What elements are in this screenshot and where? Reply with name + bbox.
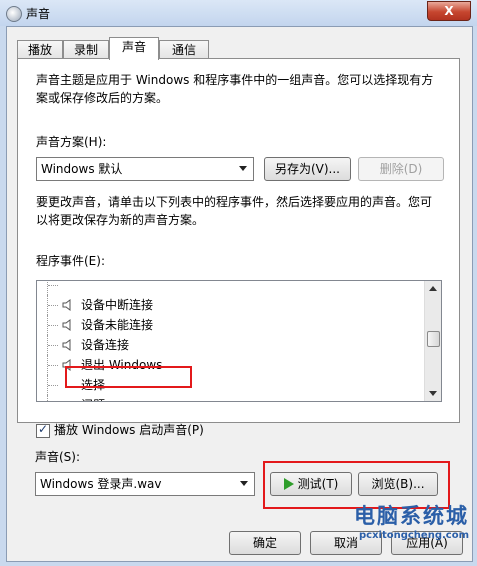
tab-playback[interactable]: 播放 [17, 40, 63, 59]
scroll-down-icon[interactable] [429, 391, 437, 396]
sound-label: 声音(S): [35, 450, 81, 464]
sounds-panel: 声音主题是应用于 Windows 和程序事件中的一组声音。您可以选择现有方 案或… [17, 58, 460, 438]
list-scrollbar[interactable] [424, 281, 441, 401]
list-item-label: 设备未能连接 [81, 318, 154, 332]
list-item-label: 设备连接 [81, 338, 130, 352]
instructions-line-1: 要更改声音，请单击以下列表中的程序事件，然后选择要应用的声音。您可 [36, 195, 433, 209]
list-item-label: 问题 [81, 396, 105, 401]
tree-connector [47, 395, 58, 401]
scheme-label: 声音方案(H): [36, 135, 107, 149]
close-button[interactable]: X [427, 1, 471, 21]
list-item[interactable]: 设备中断连接 [37, 295, 423, 315]
sound-scheme-value: Windows 默认 [41, 162, 123, 176]
sound-file-value: Windows 登录声.wav [40, 477, 162, 491]
tree-connector [47, 375, 58, 395]
highlight-box-event [65, 366, 192, 388]
ok-button[interactable]: 确定 [229, 531, 301, 555]
sound-scheme-select[interactable]: Windows 默认 [36, 157, 254, 181]
scroll-thumb[interactable] [427, 331, 440, 347]
tree-connector [47, 295, 58, 315]
description-line-2: 案或保存修改后的方案。 [36, 91, 169, 105]
watermark-url: pcxitongcheng.com [358, 530, 469, 541]
speaker-icon [62, 339, 71, 351]
tree-connector [47, 335, 58, 355]
watermark-title: 电脑系统城 [354, 504, 469, 528]
speaker-icon [62, 299, 71, 311]
chevron-down-icon [239, 166, 247, 171]
sound-file-select[interactable]: Windows 登录声.wav [35, 472, 255, 496]
save-as-button[interactable]: 另存为(V)... [264, 157, 351, 181]
instructions-line-2: 以将更改保存为新的声音方案。 [36, 213, 205, 227]
tab-communications[interactable]: 通信 [159, 40, 209, 59]
title-bar: 声音 X [0, 0, 477, 26]
tree-connector [47, 315, 58, 335]
site-watermark: 电脑系统城 pcxitongcheng.com [354, 500, 469, 541]
window-title: 声音 [26, 7, 51, 21]
list-item[interactable] [37, 281, 423, 295]
sound-dialog: 播放 录制 声音 通信 声音主题是应用于 Windows 和程序事件中的一组声音… [6, 26, 473, 562]
delete-button[interactable]: 删除(D) [358, 157, 444, 181]
chevron-down-icon [240, 481, 248, 486]
description-line-1: 声音主题是应用于 Windows 和程序事件中的一组声音。您可以选择现有方 [36, 73, 434, 87]
tree-connector [47, 355, 58, 375]
list-item[interactable]: 设备连接 [37, 335, 423, 355]
startup-sound-checkbox[interactable] [36, 422, 50, 438]
scroll-up-icon[interactable] [429, 286, 437, 291]
list-item[interactable]: 设备未能连接 [37, 315, 423, 335]
startup-sound-label[interactable]: 播放 Windows 启动声音(P) [54, 421, 204, 439]
tree-connector [47, 281, 58, 295]
tab-recording[interactable]: 录制 [63, 40, 109, 59]
list-item[interactable]: 问题 [37, 395, 423, 401]
speaker-icon [62, 319, 71, 331]
speaker-app-icon [6, 6, 22, 22]
tab-sounds[interactable]: 声音 [109, 37, 159, 60]
list-item-label: 设备中断连接 [81, 298, 154, 312]
program-events-label: 程序事件(E): [36, 254, 105, 268]
